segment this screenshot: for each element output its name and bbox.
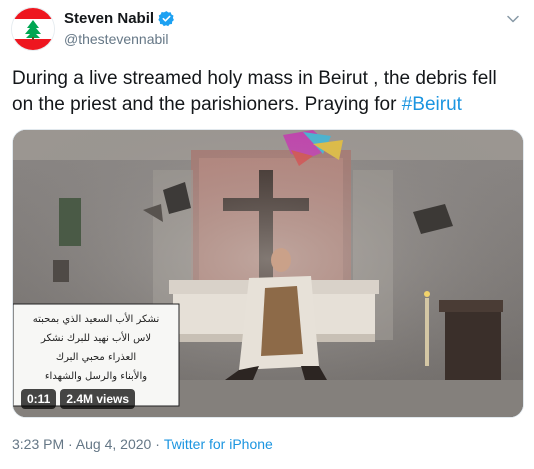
caption-line: العذراء محبي البرك xyxy=(55,352,137,363)
caption-line: نشكر الأب السعيد الذي بمحبته xyxy=(32,314,160,325)
video-duration: 0:11 xyxy=(21,389,57,409)
caption-line: والأبناء والرسل والشهداء xyxy=(44,371,148,382)
caption-line: لاس الأب نهيد للبرك نشكر xyxy=(40,333,152,344)
video-views: 2.4M views xyxy=(60,389,136,409)
tweet-text: During a live streamed holy mass in Beir… xyxy=(12,66,517,118)
video-player[interactable]: نشكر الأب السعيد الذي بمحبته لاس الأب نه… xyxy=(12,129,524,418)
display-name[interactable]: Steven Nabil xyxy=(64,10,154,27)
author-name-row[interactable]: Steven Nabil xyxy=(64,10,175,27)
tweet-card: Steven Nabil @thestevennabil During a li… xyxy=(0,0,534,469)
video-meta: 0:11 2.4M views xyxy=(21,389,136,409)
avatar[interactable] xyxy=(12,8,54,50)
chevron-down-icon[interactable] xyxy=(506,12,520,26)
lebanon-flag-icon xyxy=(12,8,54,50)
source-link[interactable]: Twitter for iPhone xyxy=(164,436,273,452)
tweet-footer: 3:23 PM · Aug 4, 2020 · Twitter for iPho… xyxy=(12,436,273,452)
timestamp[interactable]: 3:23 PM · Aug 4, 2020 · xyxy=(12,436,160,452)
hashtag-link[interactable]: #Beirut xyxy=(402,94,462,115)
author-handle[interactable]: @thestevennabil xyxy=(64,31,169,47)
verified-badge-icon xyxy=(158,11,174,27)
